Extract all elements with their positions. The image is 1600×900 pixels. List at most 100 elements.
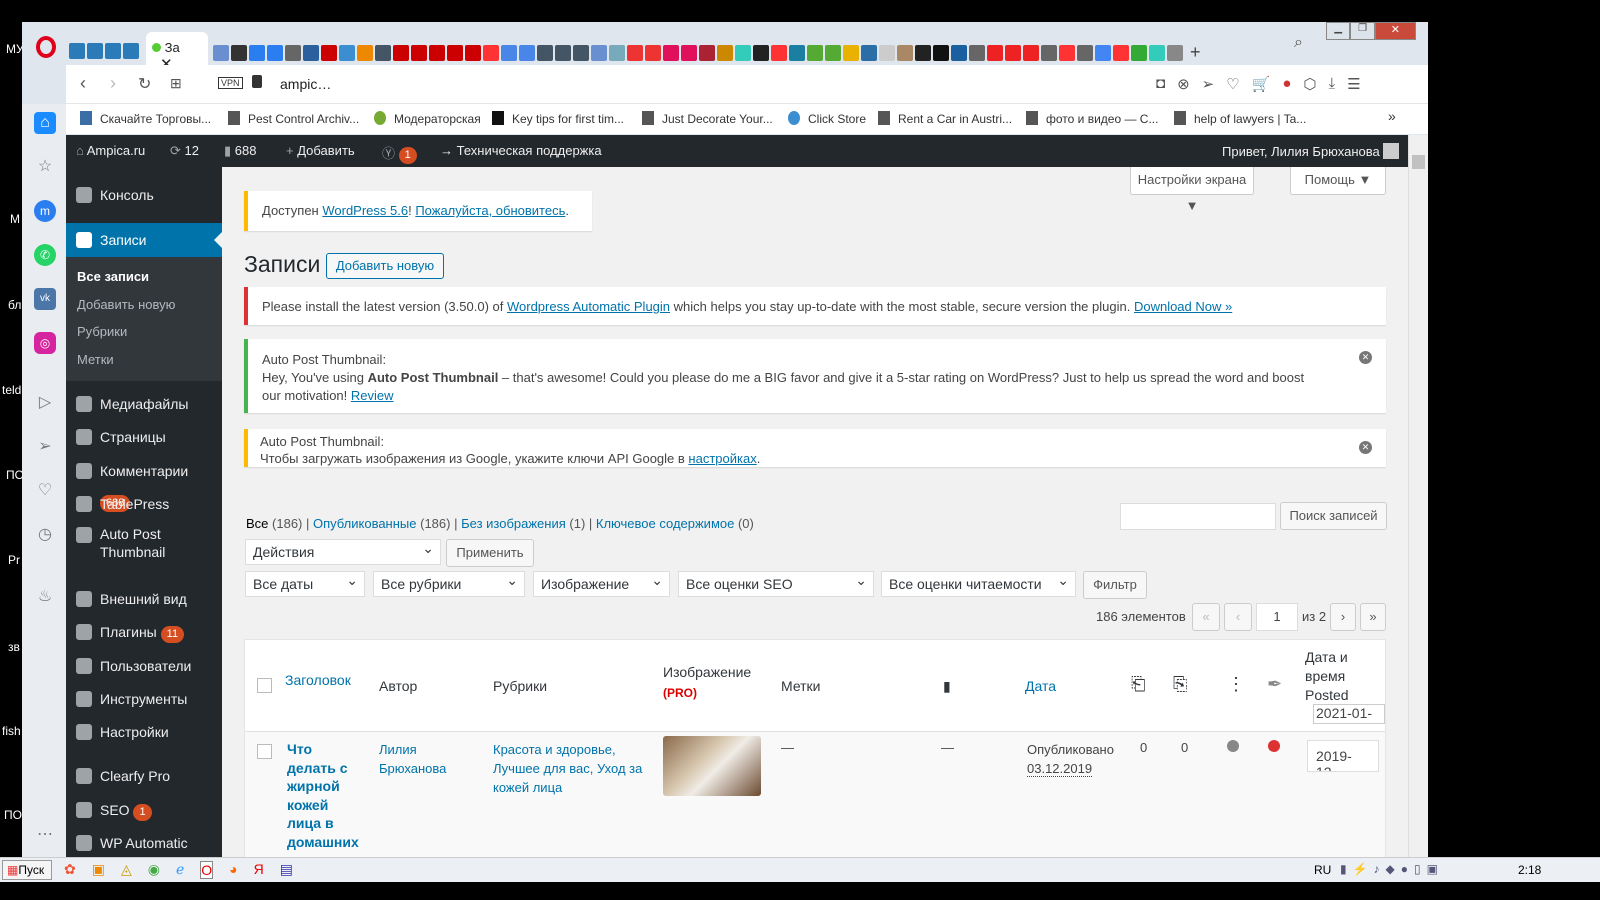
tips-icon[interactable]: ♨ [34,586,56,608]
send-icon[interactable]: ➢ [1202,75,1215,93]
add-new-link[interactable]: + Добавить [286,143,355,158]
submenu-categories[interactable]: Рубрики [77,324,127,339]
menu-users[interactable]: Пользователи [66,651,222,681]
minimize-button[interactable]: ▁ [1326,22,1351,40]
next-page-button[interactable]: › [1330,603,1356,631]
pinned-tab-icon[interactable] [591,44,607,61]
pinned-tab-icon[interactable] [1095,44,1111,61]
datetime-input[interactable]: 2019-12- [1307,740,1379,772]
post-title-link[interactable]: Что делать с жирной кожей лица в домашни… [287,740,363,857]
reload-icon[interactable]: ↻ [138,74,151,94]
pinned-tab-icon[interactable] [879,44,895,61]
post-thumbnail-image[interactable] [663,736,761,796]
pinned-tab-icon[interactable] [87,42,103,59]
active-tab[interactable]: За ✕ [146,32,208,73]
filter-all[interactable]: Все [246,516,268,531]
new-tab-button[interactable]: + [1190,42,1201,62]
current-page-input[interactable]: 1 [1256,603,1298,631]
seo-filter-select[interactable]: Все оценки SEO [678,568,874,597]
app-icon[interactable]: ▤ [280,861,293,879]
menu-settings[interactable]: Настройки [66,717,222,747]
last-page-button[interactable]: » [1360,603,1386,631]
bulk-actions-select[interactable]: Действия [245,536,441,565]
heart-icon[interactable]: ♡ [34,480,56,502]
pinned-tab-icon[interactable] [1131,44,1147,61]
menu-clearfy[interactable]: Clearfy Pro [66,761,222,791]
pinned-tab-icon[interactable] [339,44,355,61]
apply-button[interactable]: Применить [446,539,534,567]
pinned-tab-icon[interactable] [807,44,823,61]
prev-page-button[interactable]: ‹ [1224,603,1252,631]
pinned-tab-icon[interactable] [1059,44,1075,61]
start-button[interactable]: ▦Пуск [2,860,52,880]
download-now-link[interactable]: Download Now » [1134,299,1232,314]
flow-icon[interactable]: ➢ [34,436,56,458]
url-field[interactable]: ampic… [280,76,331,92]
image-filter-select[interactable]: Изображение [533,568,670,597]
app-icon[interactable]: ◬ [121,861,132,879]
pinned-tab-icon[interactable] [357,44,373,61]
language-indicator[interactable]: RU [1314,863,1331,877]
datetime-header-input[interactable]: 2021-01-07 [1313,704,1385,724]
pinned-tab-icon[interactable] [969,44,985,61]
pinned-tab-icon[interactable] [1077,44,1093,61]
pinned-tab-icon[interactable] [1167,44,1183,61]
pinned-tab-icon[interactable] [915,44,931,61]
pinned-tab-icon[interactable] [465,44,481,61]
pinned-tab-icon[interactable] [897,44,913,61]
pinned-tab-icon[interactable] [861,44,877,61]
column-title[interactable]: Заголовок [285,672,351,688]
cube-icon[interactable]: ⬡ [1303,75,1316,93]
menu-console[interactable]: Консоль [66,180,222,210]
pinned-tab-icon[interactable] [519,44,535,61]
plugin-link[interactable]: Wordpress Automatic Plugin [507,299,670,314]
pinned-tab-icon[interactable] [1005,44,1021,61]
site-link[interactable]: ⌂ Ampica.ru [76,143,145,158]
search-input[interactable] [1120,503,1276,530]
help-button[interactable]: Помощь ▼ [1290,167,1386,195]
pinned-tab-icon[interactable] [951,44,967,61]
column-date[interactable]: Дата [1025,678,1056,694]
pinned-tab-icon[interactable] [1149,44,1165,61]
adblock-icon[interactable]: ⊗ [1177,75,1190,93]
account-menu[interactable]: Привет, Лилия Брюханова [1222,143,1400,159]
heart-icon[interactable]: ♡ [1226,75,1239,93]
pinned-tab-icon[interactable] [735,44,751,61]
pinned-tab-icon[interactable] [789,44,805,61]
bookmark[interactable]: help of lawyers | Ta... [1174,111,1306,126]
post-author-link[interactable]: Лилия Брюханова [379,740,459,778]
bookmark[interactable]: фото и видео — С... [1026,111,1158,126]
review-link[interactable]: Review [351,388,394,403]
cart-icon[interactable]: 🛒 [1252,75,1271,93]
filter-no-image[interactable]: Без изображения [461,516,566,531]
home-icon[interactable]: ⌂ [34,112,56,134]
filter-published[interactable]: Опубликованные [313,516,417,531]
pinned-tab-icon[interactable] [987,44,1003,61]
ie-icon[interactable]: ℯ [176,861,184,879]
app-icon[interactable]: ✿ [64,861,76,879]
menu-icon[interactable]: ☰ [1347,75,1360,93]
opera-logo-icon[interactable] [36,36,56,58]
pinned-tab-icon[interactable] [609,44,625,61]
pinned-tab-icon[interactable] [825,44,841,61]
date-filter-select[interactable]: Все даты [245,568,365,597]
tray-icons[interactable]: ▮⚡♪◆●▯▣ [1340,862,1444,876]
select-all-checkbox[interactable] [257,678,272,693]
pinned-tab-icon[interactable] [267,44,283,61]
pinned-tab-icon[interactable] [843,44,859,61]
pinned-tab-icon[interactable] [249,44,265,61]
support-link[interactable]: → Техническая поддержка [440,143,602,158]
player-icon[interactable]: ▷ [34,392,56,414]
yandex-icon[interactable]: Я [254,861,264,879]
menu-posts[interactable]: Записи [66,223,222,257]
pinned-tab-icon[interactable] [69,42,85,59]
comments-link[interactable]: ▮ 688 [224,143,256,159]
screen-options-button[interactable]: Настройки экрана ▼ [1130,167,1254,213]
menu-appearance[interactable]: Внешний вид [66,584,222,614]
submenu-tags[interactable]: Метки [77,352,114,367]
pinned-tab-icon[interactable] [771,44,787,61]
firefox-icon[interactable]: ◕ [229,861,237,879]
pinned-tab-icon[interactable] [321,44,337,61]
submenu-add-new[interactable]: Добавить новую [77,297,175,312]
menu-pages[interactable]: Страницы [66,422,222,452]
